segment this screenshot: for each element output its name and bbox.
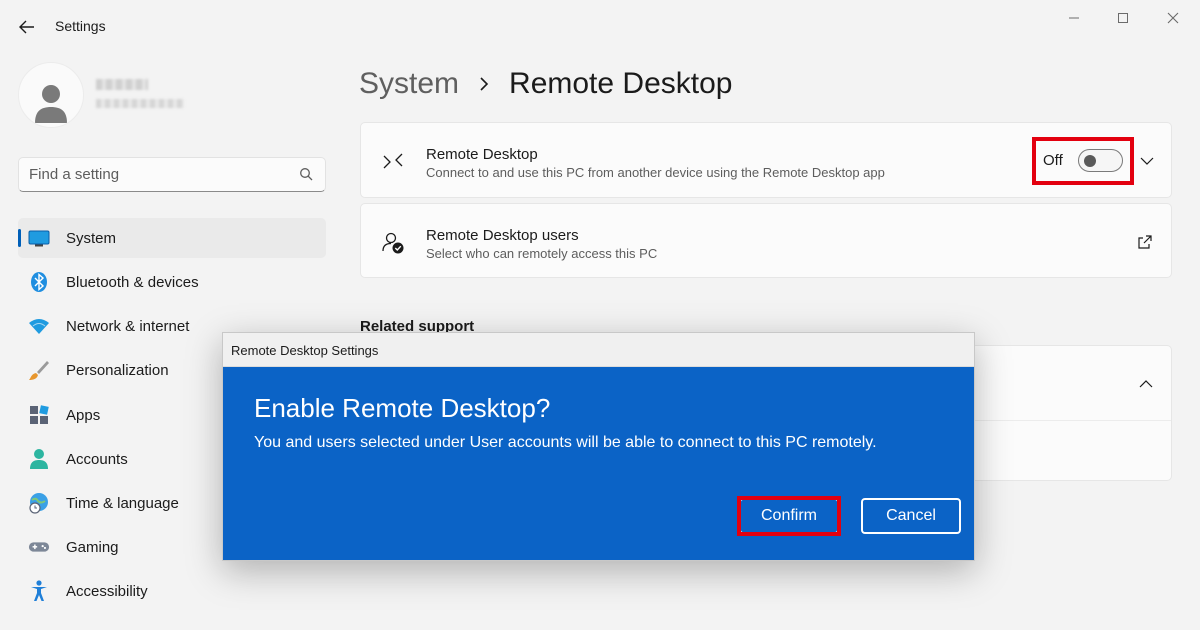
remote-users-title: Remote Desktop users xyxy=(426,227,579,244)
minimize-icon xyxy=(1069,17,1079,19)
sidebar-item-label: Bluetooth & devices xyxy=(66,274,199,291)
search-box[interactable] xyxy=(18,157,326,192)
toggle-highlight xyxy=(1032,137,1134,185)
redacted-user-name xyxy=(96,79,148,90)
expand-button[interactable] xyxy=(1139,153,1155,169)
accounts-icon xyxy=(28,448,50,470)
active-indicator xyxy=(18,229,21,247)
close-button[interactable] xyxy=(1155,6,1191,30)
user-check-icon xyxy=(381,231,405,255)
sidebar-item-label: Apps xyxy=(66,407,101,424)
sidebar-item-label: Accessibility xyxy=(66,583,148,600)
sidebar-item-system[interactable]: System xyxy=(18,218,326,258)
close-icon xyxy=(1167,12,1179,24)
brush-icon xyxy=(28,359,50,381)
breadcrumb: System Remote Desktop xyxy=(359,64,732,104)
remote-desktop-dialog: Remote Desktop Settings Enable Remote De… xyxy=(222,332,975,561)
remote-users-subtitle: Select who can remotely access this PC xyxy=(426,246,658,261)
maximize-button[interactable] xyxy=(1105,6,1141,30)
back-button[interactable] xyxy=(14,14,40,40)
sidebar-item-label: Accounts xyxy=(66,451,128,468)
chevron-right-icon xyxy=(479,76,495,92)
sidebar-item-bluetooth[interactable]: Bluetooth & devices xyxy=(18,262,326,302)
search-icon[interactable] xyxy=(299,167,313,181)
sidebar-item-label: System xyxy=(66,230,117,247)
collapse-button[interactable] xyxy=(1138,376,1154,392)
chevron-down-icon xyxy=(1140,157,1154,165)
dialog-window-title: Remote Desktop Settings xyxy=(231,343,379,358)
dialog-heading: Enable Remote Desktop? xyxy=(254,393,551,423)
system-icon xyxy=(28,227,50,249)
sidebar-item-accessibility[interactable]: Accessibility xyxy=(18,571,326,611)
minimize-button[interactable] xyxy=(1056,6,1092,30)
wifi-icon xyxy=(28,315,50,337)
page-title: Remote Desktop xyxy=(509,67,733,100)
dialog-title-bar[interactable]: Remote Desktop Settings xyxy=(223,333,974,367)
search-input[interactable] xyxy=(29,158,289,191)
remote-desktop-title: Remote Desktop xyxy=(426,146,538,163)
remote-desktop-subtitle: Connect to and use this PC from another … xyxy=(426,165,885,180)
breadcrumb-parent[interactable]: System xyxy=(359,67,459,101)
sidebar-item-label: Time & language xyxy=(66,495,179,512)
bluetooth-icon xyxy=(28,271,50,293)
redacted-user-email xyxy=(96,99,184,108)
app-title: Settings xyxy=(55,18,106,34)
confirm-highlight xyxy=(737,496,841,536)
divider xyxy=(941,420,1171,421)
back-arrow-icon xyxy=(19,20,34,34)
remote-desktop-users-card[interactable]: Remote Desktop users Select who can remo… xyxy=(360,203,1172,278)
chevron-up-icon xyxy=(1139,380,1153,388)
remote-desktop-icon xyxy=(381,149,405,173)
apps-icon xyxy=(28,404,50,426)
avatar[interactable] xyxy=(18,62,84,128)
globe-clock-icon xyxy=(28,492,50,514)
gamepad-icon xyxy=(28,536,50,558)
accessibility-icon xyxy=(28,580,50,602)
sidebar-item-label: Gaming xyxy=(66,539,119,556)
title-bar: Settings xyxy=(0,0,1200,52)
sidebar-item-label: Personalization xyxy=(66,362,169,379)
external-link-icon xyxy=(1138,235,1152,249)
open-external-button[interactable] xyxy=(1137,234,1153,250)
sidebar-item-label: Network & internet xyxy=(66,318,190,335)
user-icon xyxy=(35,85,67,123)
dialog-message: You and users selected under User accoun… xyxy=(254,434,877,451)
maximize-icon xyxy=(1118,13,1128,23)
cancel-button[interactable]: Cancel xyxy=(861,498,961,534)
